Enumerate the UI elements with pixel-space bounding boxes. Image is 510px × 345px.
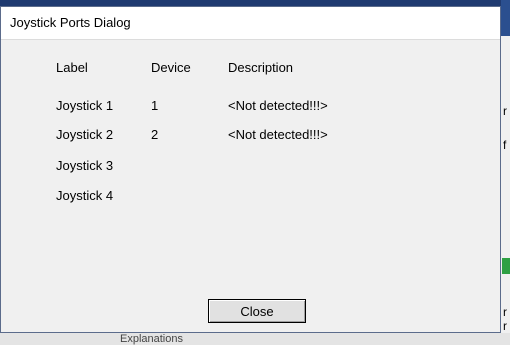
background-window-bottom: Explanations <box>0 333 510 345</box>
column-header-device: Device <box>151 60 191 75</box>
background-text-fragment: f <box>503 138 507 152</box>
joystick-ports-dialog: Joystick Ports Dialog Label Device Descr… <box>0 6 501 333</box>
background-text-fragment: r <box>503 305 507 319</box>
background-blue-block <box>501 0 510 36</box>
dialog-titlebar[interactable]: Joystick Ports Dialog <box>1 7 500 40</box>
row-device: 1 <box>151 98 159 113</box>
row-description: <Not detected!!!> <box>228 127 328 142</box>
row-label: Joystick 4 <box>56 188 114 203</box>
dialog-title: Joystick Ports Dialog <box>10 15 131 30</box>
row-label: Joystick 2 <box>56 127 114 142</box>
row-device: 2 <box>151 127 159 142</box>
column-header-description: Description <box>228 60 294 75</box>
row-label: Joystick 3 <box>56 158 114 173</box>
background-text-fragment: Explanations <box>120 333 183 345</box>
background-text-fragment: r <box>503 319 507 333</box>
background-window-right: r f r r <box>501 0 510 345</box>
background-green-block <box>502 258 510 274</box>
row-description: <Not detected!!!> <box>228 98 328 113</box>
row-label: Joystick 1 <box>56 98 114 113</box>
column-header-label: Label <box>56 60 88 75</box>
background-text-fragment: r <box>503 104 507 118</box>
close-button[interactable]: Close <box>208 299 306 323</box>
